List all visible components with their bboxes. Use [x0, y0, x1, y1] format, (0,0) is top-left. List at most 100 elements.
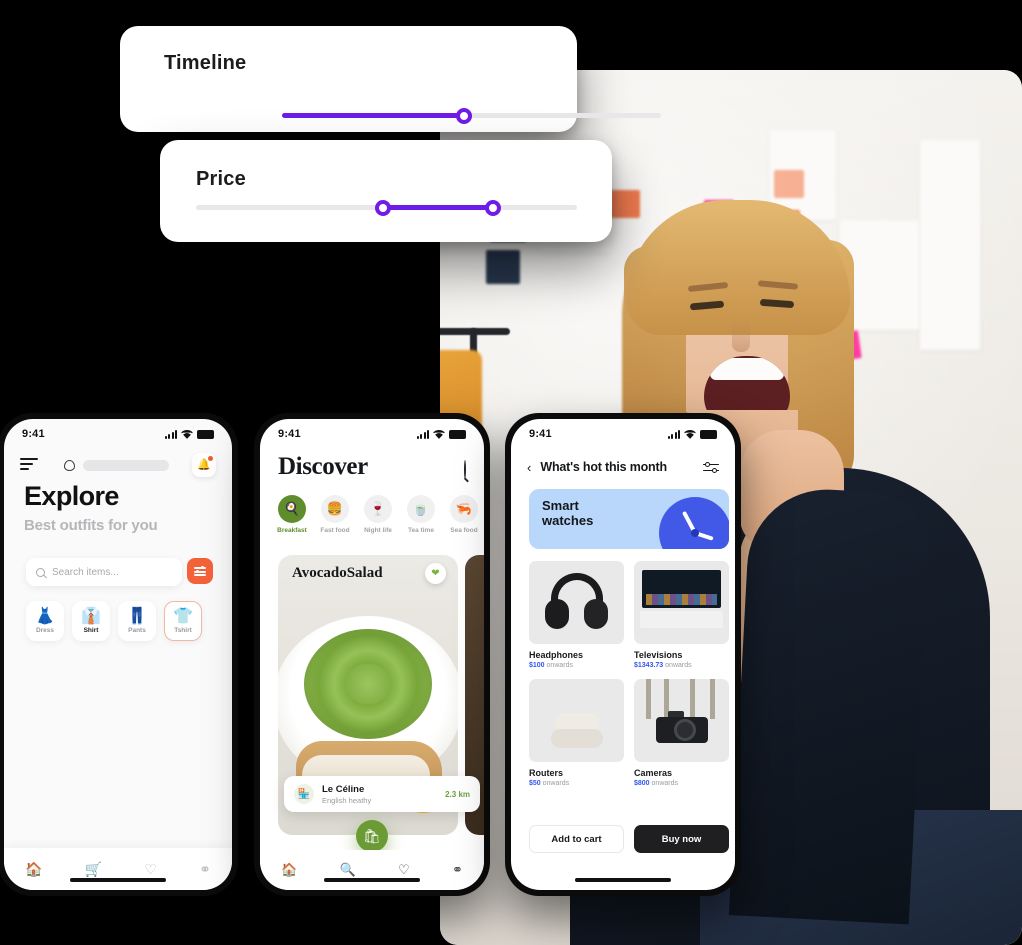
product-card-televisions[interactable]: Televisions $1343.73 onwards	[634, 561, 729, 669]
explore-header: 🔔	[4, 451, 232, 479]
breakfast-icon: 🍳	[278, 495, 306, 523]
nav-home-icon[interactable]: 🏠	[281, 862, 297, 878]
category-label: Tea time	[408, 527, 434, 534]
add-to-cart-button[interactable]: Add to cart	[529, 825, 624, 853]
location-value-placeholder[interactable]	[83, 459, 169, 471]
status-time: 9:41	[278, 428, 301, 440]
camera-photo	[634, 679, 729, 762]
router-base	[551, 729, 603, 748]
product-name: Routers	[529, 768, 564, 778]
shopping-bag-fab[interactable]: 🛍	[356, 820, 388, 852]
filter-button[interactable]	[187, 558, 213, 584]
category-chip-tshirt[interactable]: 👕 Tshirt	[164, 601, 202, 641]
home-indicator	[70, 878, 166, 882]
status-icons	[667, 429, 717, 439]
search-icon	[464, 460, 466, 479]
category-tea-time[interactable]: 🍵 Tea time	[401, 495, 441, 534]
category-chip-dress[interactable]: 👗 Dress	[26, 601, 64, 641]
tshirt-icon: 👕	[173, 607, 193, 625]
category-label: Sea food	[450, 527, 478, 534]
restaurant-card[interactable]: 🏪 Le Céline English heathy 2.3 km	[284, 776, 480, 812]
sliders-icon[interactable]	[703, 461, 719, 473]
camera-lens	[674, 719, 696, 741]
status-bar: 9:41	[511, 419, 735, 449]
price-filter-card: Price	[160, 140, 612, 242]
bottom-nav: 🏠 🔍 ♡ ⚭	[260, 850, 484, 890]
cellular-bars-icon	[667, 430, 680, 439]
notification-button[interactable]: 🔔	[192, 453, 216, 477]
category-night-life[interactable]: 🍷 Night life	[358, 495, 398, 534]
status-time: 9:41	[529, 428, 552, 440]
product-card-routers[interactable]: Routers $50 onwards	[529, 679, 624, 787]
nav-heart-icon[interactable]: ♡	[144, 861, 157, 878]
battery-icon	[700, 430, 717, 439]
nav-profile-icon[interactable]: ⚭	[452, 862, 463, 878]
television-photo	[634, 561, 729, 644]
category-chip-pants[interactable]: 👖 Pants	[118, 601, 156, 641]
search-button[interactable]	[464, 460, 466, 479]
category-sea-food[interactable]: 🦐 Sea food	[444, 495, 484, 534]
bell-icon: 🔔	[197, 458, 211, 471]
avocado-rose	[304, 628, 432, 739]
category-breakfast[interactable]: 🍳 Breakfast	[272, 495, 312, 534]
timeline-slider[interactable]	[282, 108, 661, 124]
nav-home-icon[interactable]: 🏠	[25, 861, 42, 878]
battery-icon	[449, 430, 466, 439]
hamburger-menu-icon[interactable]	[20, 457, 38, 473]
smart-watches-banner[interactable]: Smart watches	[529, 489, 729, 549]
fast-food-icon: 🍔	[321, 495, 349, 523]
banner-title: Smart watches	[542, 498, 593, 529]
location-pin-icon	[64, 459, 75, 471]
timeline-slider-thumb[interactable]	[455, 108, 472, 124]
category-label: Night life	[364, 527, 392, 534]
product-card-headphones[interactable]: Headphones $100 onwards	[529, 561, 624, 669]
price-suffix: onwards	[665, 662, 692, 669]
page-header: ‹ What's hot this month	[511, 455, 735, 479]
category-label: Fast food	[320, 527, 350, 534]
price-value: $50	[529, 780, 541, 787]
night-life-icon: 🍷	[364, 495, 392, 523]
headphone-earcup-left	[545, 599, 569, 629]
heart-icon[interactable]: ❤	[425, 563, 446, 584]
status-icons	[164, 429, 214, 439]
tea-time-icon: 🍵	[407, 495, 435, 523]
shirt-icon: 👔	[81, 607, 101, 625]
category-label: Pants	[128, 626, 146, 634]
timeline-slider-fill	[282, 113, 464, 118]
page-subtitle: Best outfits for you	[24, 517, 158, 534]
product-price: $100 onwards	[529, 662, 624, 669]
nav-heart-icon[interactable]: ♡	[398, 862, 410, 878]
home-indicator	[324, 878, 420, 882]
category-label: Dress	[35, 626, 55, 634]
buy-now-button[interactable]: Buy now	[634, 825, 729, 853]
price-slider[interactable]	[196, 200, 577, 216]
pier-pillar	[690, 679, 695, 719]
nav-cart-icon[interactable]: 🛒	[85, 861, 102, 878]
category-fast-food[interactable]: 🍔 Fast food	[315, 495, 355, 534]
phone-whats-hot: 9:41 ‹ What's hot this month Smart watch…	[505, 413, 741, 896]
price-suffix: onwards	[651, 780, 678, 787]
nav-profile-icon[interactable]: ⚭	[199, 861, 211, 878]
price-suffix: onwards	[546, 662, 573, 669]
whats-hot-screen: 9:41 ‹ What's hot this month Smart watch…	[511, 419, 735, 890]
nav-search-icon[interactable]: 🔍	[340, 862, 356, 878]
status-bar: 9:41	[260, 419, 484, 449]
category-chip-shirt[interactable]: 👔 Shirt	[72, 601, 110, 641]
product-card-cameras[interactable]: Cameras $800 onwards	[634, 679, 729, 787]
timeline-filter-card: Timeline	[120, 26, 661, 132]
discover-screen: 9:41 Discover 🍳 Breakfast 🍔 Fast food 🍷 …	[260, 419, 484, 890]
price-slider-fill	[382, 205, 494, 210]
search-input[interactable]: Search items...	[26, 558, 182, 586]
price-slider-thumb-high[interactable]	[485, 200, 502, 216]
search-placeholder: Search items...	[52, 566, 119, 578]
page-title: Discover	[278, 453, 368, 480]
chevron-left-icon[interactable]: ‹	[527, 460, 531, 475]
category-chips: 👗 Dress 👔 Shirt 👖 Pants 👕 Tshirt	[26, 601, 202, 641]
nose	[732, 318, 750, 352]
price-slider-thumb-low[interactable]	[374, 200, 391, 216]
store-icon: 🏪	[294, 784, 314, 804]
product-name: Cameras	[634, 768, 673, 778]
price-value: $1343.73	[634, 662, 664, 669]
pier-pillar	[710, 679, 715, 719]
page-title: Explore	[24, 481, 119, 511]
